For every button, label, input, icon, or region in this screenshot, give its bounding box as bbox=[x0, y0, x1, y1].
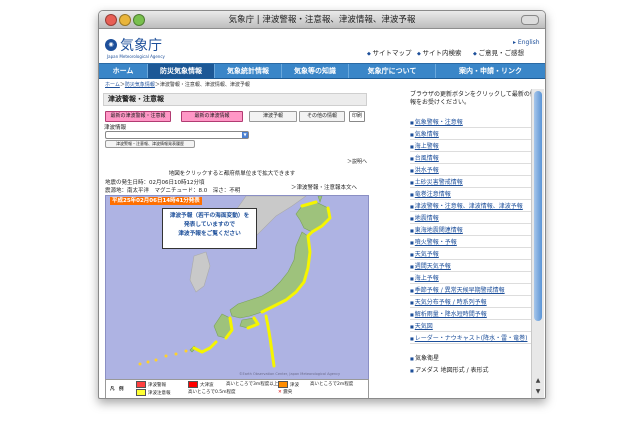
main-nav: ホーム 防災気象情報 気象統計情報 気象等の知識 気象庁について 案内・申請・リ… bbox=[99, 63, 545, 79]
legend-title: 凡 例 bbox=[110, 387, 124, 392]
sidebar-item[interactable]: 季節予報 / 異常天候早期警戒情報 bbox=[410, 287, 536, 296]
print-button[interactable]: 印刷 bbox=[349, 111, 365, 122]
sidebar-item[interactable]: 気象衛星 bbox=[410, 355, 536, 363]
nav-knowledge[interactable]: 気象等の知識 bbox=[282, 64, 349, 78]
sidebar-item[interactable]: 洪水予報 bbox=[410, 167, 536, 176]
nav-about[interactable]: 気象庁について bbox=[349, 64, 436, 78]
sidebar-item[interactable]: 週間天気予報 bbox=[410, 263, 536, 272]
tsunami-forecast-button[interactable]: 津波予報 bbox=[249, 111, 297, 122]
warning-swatch bbox=[136, 381, 146, 388]
vertical-scrollbar[interactable]: ▲ ▼ bbox=[531, 89, 544, 398]
history-button[interactable]: 津波警報・注意報、津波情報発表履歴 bbox=[105, 140, 195, 148]
islands-yellow-dots bbox=[138, 349, 188, 366]
major-swatch bbox=[188, 381, 198, 388]
window-titlebar: 気象庁 | 津波警報・注意報、津波情報、津波予報 bbox=[99, 11, 545, 29]
breadcrumb-current: ＞津波警報・注意報、津波情報、津波予報 bbox=[154, 82, 250, 88]
window-title: 気象庁 | 津波警報・注意報、津波情報、津波予報 bbox=[228, 15, 416, 25]
sidebar-item[interactable]: 噴火警報・予報 bbox=[410, 239, 536, 248]
sidebar-item[interactable]: 竜巻注意情報 bbox=[410, 191, 536, 200]
legend-advisory-height: 高いところで0.5m程度 bbox=[188, 390, 236, 395]
legend-advisory: 津波注意報 bbox=[136, 389, 171, 396]
latest-info-button[interactable]: 最新の津波情報 bbox=[181, 111, 243, 122]
breadcrumb-section[interactable]: 防災気象情報 bbox=[125, 82, 155, 88]
sidebar-item[interactable]: 気象警報・注意報 bbox=[410, 119, 536, 128]
sidebar: ブラウザの更新ボタンをクリックして最新の情報をお受けください。 気象警報・注意報… bbox=[404, 89, 545, 398]
epicenter-x-icon: ✕ bbox=[278, 390, 282, 395]
tsunami-info-select[interactable]: ▼ bbox=[105, 131, 249, 139]
sidebar-item[interactable]: アメダス 地図形式 / 表形式 bbox=[410, 367, 536, 375]
sidebar-item[interactable]: 気象情報 bbox=[410, 131, 536, 140]
sitemap-link[interactable]: サイトマップ bbox=[367, 47, 411, 57]
explanation-link[interactable]: ＞説明へ bbox=[347, 158, 367, 165]
browser-window: 気象庁 | 津波警報・注意報、津波情報、津波予報 ◉ 気象庁 Japan Met… bbox=[98, 10, 546, 399]
page-title: 津波警報・注意報 bbox=[103, 93, 367, 106]
site-header: ◉ 気象庁 Japan Meteorological Agency ▸ Engl… bbox=[99, 29, 545, 63]
islands-advisory bbox=[192, 314, 276, 368]
sidebar-item[interactable]: 天気図 bbox=[410, 323, 536, 332]
sidebar-item[interactable]: 土砂災害警戒情報 bbox=[410, 179, 536, 188]
chevron-down-icon: ▼ bbox=[242, 132, 248, 138]
sidebar-item[interactable]: 東海地震関連情報 bbox=[410, 227, 536, 236]
sidebar-item[interactable]: 地震情報 bbox=[410, 215, 536, 224]
feedback-link[interactable]: ご意見・ご感想 bbox=[473, 47, 524, 57]
site-logo-text[interactable]: 気象庁 bbox=[120, 35, 162, 55]
jma-logo-icon[interactable]: ◉ bbox=[105, 39, 117, 51]
sidebar-item[interactable]: 海上予報 bbox=[410, 275, 536, 284]
legend-major: 大津波 bbox=[188, 381, 214, 388]
latest-warning-button[interactable]: 最新の津波警報・注意報 bbox=[105, 111, 171, 122]
site-search-link[interactable]: サイト内検索 bbox=[417, 47, 461, 57]
breadcrumb-home[interactable]: ホーム bbox=[105, 82, 120, 88]
breadcrumb: ホーム＞防災気象情報＞津波警報・注意報、津波情報、津波予報 bbox=[105, 82, 250, 88]
sidebar-item[interactable]: 津波警報・注意報、津波情報、津波予報 bbox=[410, 203, 536, 212]
tsunami-info-label: 津波情報 bbox=[104, 125, 127, 131]
scroll-up-arrow-icon[interactable]: ▲ bbox=[534, 377, 542, 385]
legend-epicenter: ✕ 震央 bbox=[278, 390, 293, 395]
sidebar-item[interactable]: レーダー・ナウキャスト(降水・雷・竜巻) bbox=[410, 335, 536, 344]
sidebar-refresh-note: ブラウザの更新ボタンをクリックして最新の情報をお受けください。 bbox=[410, 91, 536, 106]
map-copyright: ©Earth Observation Center, Japan Meteoro… bbox=[239, 372, 341, 376]
nav-disaster-info[interactable]: 防災気象情報 bbox=[148, 64, 215, 78]
nav-guide-links[interactable]: 案内・申請・リンク bbox=[436, 64, 545, 78]
sidebar-item[interactable]: 台風情報 bbox=[410, 155, 536, 164]
scroll-down-arrow-icon[interactable]: ▼ bbox=[534, 388, 542, 396]
english-link[interactable]: ▸ English bbox=[513, 39, 540, 46]
toolbar-toggle-button[interactable] bbox=[521, 15, 539, 25]
nav-statistics[interactable]: 気象統計情報 bbox=[215, 64, 282, 78]
sidebar-item[interactable]: 天気分布予報 / 時系列予報 bbox=[410, 299, 536, 308]
legend-tsunami-height: 高いところで2m程度 bbox=[310, 382, 354, 387]
legend-major-height: 高いところで3m程度以上 bbox=[226, 382, 279, 387]
tsunami-swatch bbox=[278, 381, 288, 388]
quake-epicenter-info: 震源地：南太平洋 マグニチュード：8.0 深さ：不明 bbox=[105, 188, 241, 194]
tsunami-map[interactable]: 平成25年02月06日14時41分発表 津波予報（若干の海面変動）を 発表してい… bbox=[105, 195, 369, 380]
advisory-swatch bbox=[136, 389, 146, 396]
korea-land bbox=[189, 251, 211, 293]
sidebar-item[interactable]: 天気予報 bbox=[410, 251, 536, 260]
site-logo-subtitle: Japan Meteorological Agency bbox=[107, 54, 165, 59]
map-legend: 凡 例 津波警報 大津波 高いところで3m程度以上 津波注意報 高いところで0.… bbox=[105, 379, 369, 398]
issue-timestamp: 平成25年02月06日14時41分発表 bbox=[110, 197, 202, 205]
quake-occurrence-time: 地震の発生日時：02月06日10時12分頃 bbox=[105, 180, 205, 186]
forecast-notice-box: 津波予報（若干の海面変動）を 発表していますので 津波予報をご覧ください bbox=[162, 208, 257, 249]
warning-text-link[interactable]: ＞津波警報・注意報本文へ bbox=[291, 183, 357, 191]
other-info-button[interactable]: その他の情報 bbox=[299, 111, 345, 122]
web-page: ◉ 気象庁 Japan Meteorological Agency ▸ Engl… bbox=[99, 29, 545, 398]
sidebar-item[interactable]: 解析雨量・降水短時間予報 bbox=[410, 311, 536, 320]
sakhalin-land bbox=[317, 196, 323, 203]
scrollbar-thumb[interactable] bbox=[534, 91, 542, 321]
legend-warning: 津波警報 bbox=[136, 381, 166, 388]
map-click-hint: 地図をクリックすると都府県単位まで拡大できます bbox=[168, 171, 296, 177]
nav-home[interactable]: ホーム bbox=[99, 64, 148, 78]
sidebar-item[interactable]: 海上警報 bbox=[410, 143, 536, 152]
main-content: 津波警報・注意報 最新の津波警報・注意報 最新の津波情報 津波予報 その他の情報… bbox=[99, 89, 404, 398]
legend-tsunami: 津波 bbox=[278, 381, 299, 388]
